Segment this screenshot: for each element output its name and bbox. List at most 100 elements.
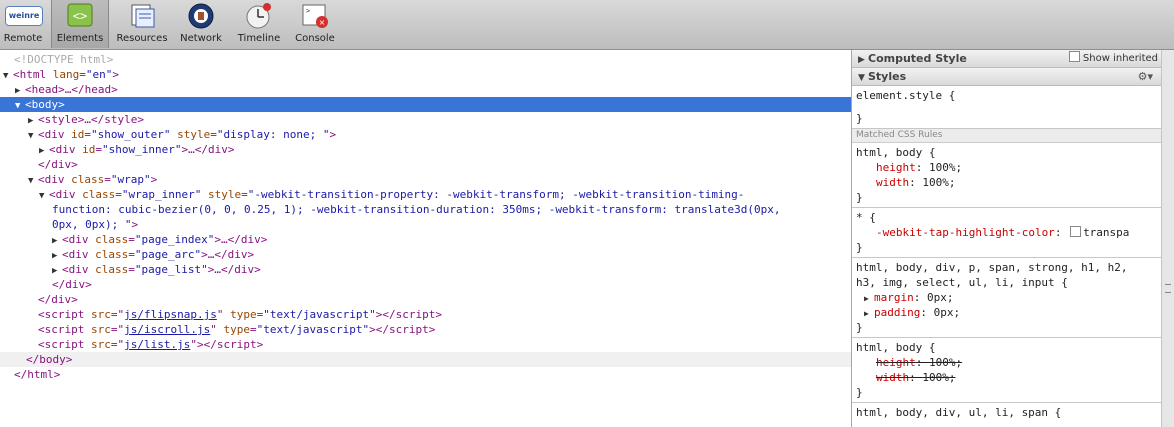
attr-value: function: cubic-bezier(0, 0, 0.25, 1); -…: [52, 203, 781, 216]
dom-node-body-close[interactable]: </body>: [0, 352, 851, 367]
network-icon: [188, 3, 214, 29]
dom-node-style[interactable]: ▶ <style>…</style>: [0, 112, 851, 127]
close-brace: }: [856, 321, 863, 334]
tag-text: </div>: [38, 158, 78, 171]
elements-button[interactable]: <> Elements: [51, 0, 109, 48]
svg-text:<>: <>: [73, 9, 87, 23]
tag-text: </div>: [52, 278, 92, 291]
css-property[interactable]: -webkit-tap-highlight-color: transpa: [856, 225, 1157, 240]
prop-value: 100%;: [929, 161, 963, 174]
tag-text: <body>: [25, 98, 65, 111]
prop-value: 0px;: [933, 306, 961, 319]
css-property[interactable]: ▶ padding: 0px;: [856, 305, 1157, 320]
attr-value: "-webkit-transition-property: -webkit-tr…: [247, 188, 745, 201]
doctype-text: <!DOCTYPE html>: [14, 53, 114, 66]
attr-value: "wrap": [110, 173, 151, 186]
attr-value: "wrap_inner": [121, 188, 202, 201]
css-property[interactable]: height: 100%;: [856, 160, 1157, 175]
css-property[interactable]: width: 100%;: [856, 175, 1157, 190]
css-property-overridden[interactable]: height: 100%;: [856, 355, 1157, 370]
show-inherited-label: Show inherited: [1082, 53, 1158, 64]
show-inherited-toggle[interactable]: Show inherited: [1068, 50, 1158, 67]
dom-node-page-list[interactable]: ▶ <div class="page_list">…</div>: [0, 262, 851, 277]
computed-style-header[interactable]: ▶ Computed Style Show inherited: [852, 50, 1161, 68]
styles-header[interactable]: ▼ Styles ⚙▾: [852, 68, 1161, 86]
tag-text: <style>…</style>: [38, 113, 144, 126]
prop-value: 0px;: [927, 291, 954, 304]
tag-text: <div: [38, 128, 72, 141]
checkbox[interactable]: [1068, 51, 1080, 62]
console-label: Console: [295, 33, 335, 44]
dom-node-body-selected[interactable]: ▼ <body>: [0, 97, 851, 112]
sidebar-scrollbar[interactable]: [1161, 50, 1174, 427]
dom-node-script-flipsnap[interactable]: <script src="js/flipsnap.js" type="text/…: [0, 307, 851, 322]
script-link[interactable]: js/list.js: [124, 338, 190, 351]
css-rule[interactable]: html, body { height: 100%; width: 100%; …: [852, 338, 1161, 403]
svg-text:>: >: [306, 7, 310, 15]
expand-triangle-icon[interactable]: ▶: [864, 291, 874, 306]
network-label: Network: [180, 33, 222, 44]
css-rule[interactable]: * { -webkit-tap-highlight-color: transpa…: [852, 208, 1161, 258]
computed-style-title: Computed Style: [868, 52, 967, 65]
attr-name: lang: [52, 68, 80, 81]
dom-node-close-div[interactable]: </div>: [0, 157, 851, 172]
prop-value: 100%;: [922, 176, 956, 189]
attr-name: style: [177, 128, 211, 141]
color-swatch[interactable]: [1070, 226, 1082, 237]
dom-tree: <!DOCTYPE html> ▼ <html lang="en"> ▶ <head…: [0, 50, 851, 427]
dom-node-wrap-inner-cont2: 0px, 0px); ">: [0, 217, 851, 232]
dom-node-html-close[interactable]: </html>: [0, 367, 851, 382]
element-style-rule[interactable]: element.style { }: [852, 86, 1161, 129]
elements-label: Elements: [56, 33, 104, 44]
console-button[interactable]: > × Console: [292, 0, 338, 48]
attr-value: "page_list": [134, 263, 208, 276]
dom-node-html[interactable]: ▼ <html lang="en">: [0, 67, 851, 82]
dom-node-wrap-inner[interactable]: ▼ <div class="wrap_inner" style="-webkit-…: [0, 187, 851, 202]
rule-selector: html, body {: [856, 146, 936, 159]
dom-node-page-index[interactable]: ▶ <div class="page_index">…</div>: [0, 232, 851, 247]
expand-triangle-icon: ▼: [858, 73, 865, 83]
expand-triangle-icon[interactable]: ▶: [864, 306, 874, 321]
dom-node-script-iscroll[interactable]: <script src="js/iscroll.js" type="text/j…: [0, 322, 851, 337]
close-brace: }: [856, 241, 863, 254]
network-button[interactable]: Network: [177, 0, 225, 48]
console-icon: > ×: [302, 4, 328, 28]
dom-node-close-div[interactable]: </div>: [0, 292, 851, 307]
attr-value: "text/javascript": [263, 308, 376, 321]
resources-button[interactable]: Resources: [113, 0, 171, 48]
attr-value: "en": [85, 68, 113, 81]
css-rule[interactable]: html, body, div, ul, li, span {: [852, 403, 1161, 422]
prop-value: 100%;: [922, 371, 956, 384]
scrollbar-grip-icon[interactable]: [1165, 284, 1171, 293]
dom-node-head[interactable]: ▶ <head>…</head>: [0, 82, 851, 97]
timeline-icon: [246, 3, 271, 29]
css-property[interactable]: ▶ margin: 0px;: [856, 290, 1157, 305]
dom-node-page-arc[interactable]: ▶ <div class="page_arc">…</div>: [0, 247, 851, 262]
dom-node-show-inner[interactable]: ▶ <div id="show_inner">…</div>: [0, 142, 851, 157]
dom-node-show-outer[interactable]: ▼ <div id="show_outer" style="display: no…: [0, 127, 851, 142]
tag-text: </body>: [26, 353, 73, 366]
css-rule[interactable]: html, body { height: 100%; width: 100%; …: [852, 143, 1161, 208]
dom-node-close-div[interactable]: </div>: [0, 277, 851, 292]
script-link[interactable]: js/iscroll.js: [124, 323, 210, 336]
css-property-overridden[interactable]: width: 100%;: [856, 370, 1157, 385]
attr-name: id: [71, 128, 85, 141]
attr-value: 0px, 0px); ": [52, 218, 132, 231]
timeline-button[interactable]: Timeline: [232, 0, 286, 48]
gear-icon[interactable]: ⚙▾: [1138, 68, 1153, 85]
prop-name: height: [876, 356, 916, 369]
css-rule[interactable]: html, body, div, p, span, strong, h1, h2…: [852, 258, 1161, 338]
weinre-logo-text: weinre: [8, 11, 40, 20]
prop-name: -webkit-tap-highlight-color: [876, 226, 1055, 239]
attr-value: "show_outer": [91, 128, 171, 141]
rule-selector: * {: [856, 211, 876, 224]
prop-name: width: [876, 371, 910, 384]
remote-button[interactable]: weinre Remote: [0, 0, 46, 48]
script-link[interactable]: js/flipsnap.js: [124, 308, 217, 321]
dom-node-wrap[interactable]: ▼ <div class="wrap">: [0, 172, 851, 187]
styles-title: Styles: [868, 70, 907, 83]
dom-node-doctype[interactable]: <!DOCTYPE html>: [0, 52, 851, 67]
dom-node-script-list[interactable]: <script src="js/list.js"></script>: [0, 337, 851, 352]
attr-value: "display: none; ": [216, 128, 330, 141]
prop-name: padding: [874, 306, 921, 319]
